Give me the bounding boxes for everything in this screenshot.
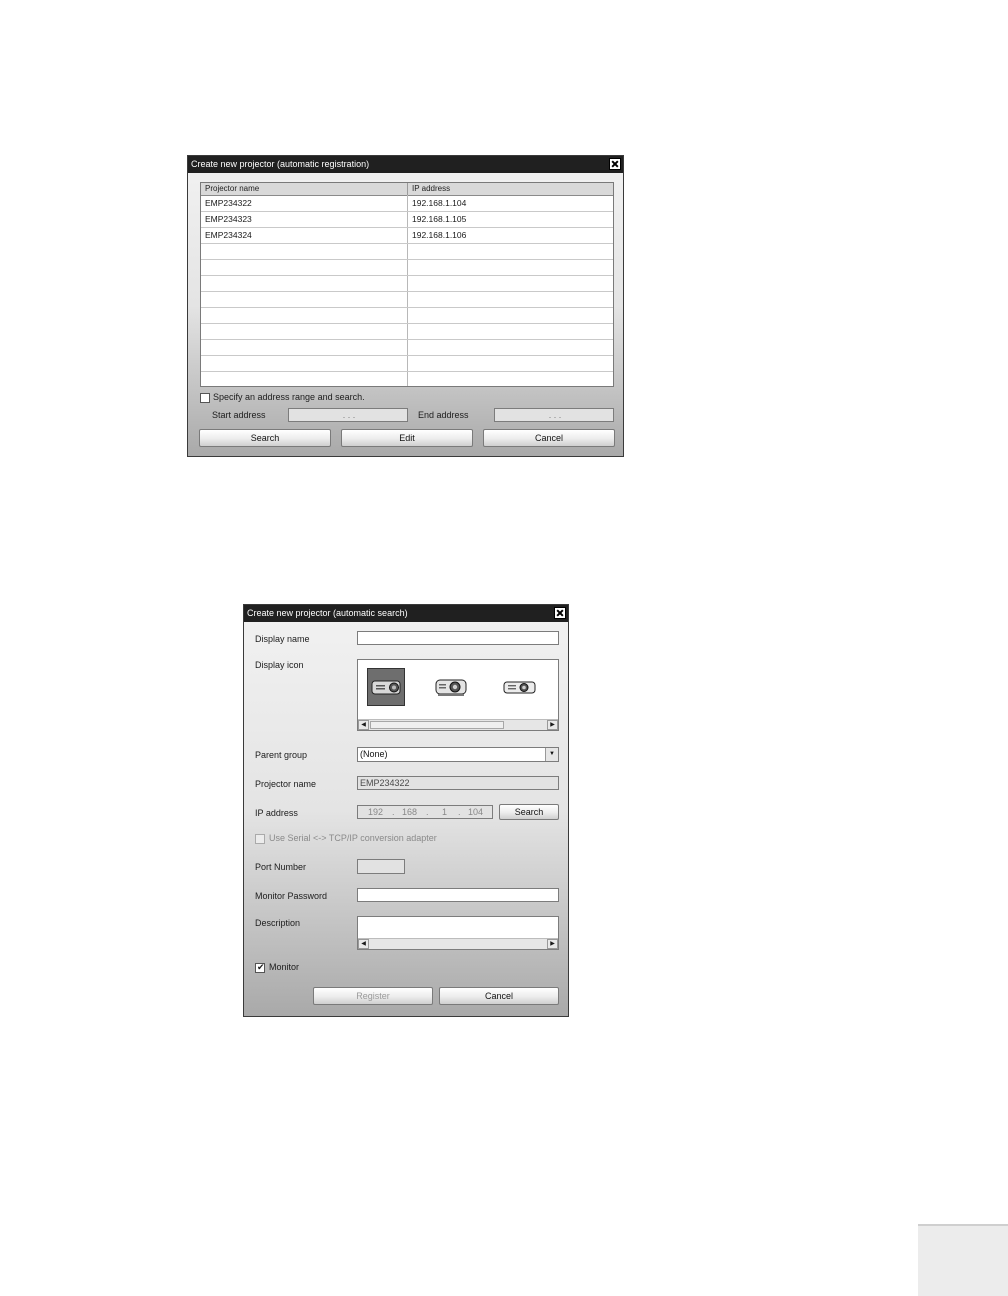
empty-row <box>201 372 613 388</box>
description-label: Description <box>255 918 301 928</box>
table-row[interactable]: EMP234323 192.168.1.105 <box>201 212 613 228</box>
projector-name-label: Projector name <box>255 779 317 789</box>
ip-octet: 192 <box>368 807 384 817</box>
display-icon-label: Display icon <box>255 660 304 670</box>
projector-icon-option[interactable] <box>502 676 538 700</box>
chevron-down-icon[interactable]: ▼ <box>545 748 558 761</box>
cancel-button[interactable]: Cancel <box>439 987 559 1005</box>
empty-row <box>201 356 613 372</box>
empty-row <box>201 260 613 276</box>
table-row[interactable]: EMP234322 192.168.1.104 <box>201 196 613 212</box>
description-scrollbar[interactable]: ◀ ▶ <box>358 938 558 949</box>
port-number-label: Port Number <box>255 862 307 872</box>
dialog-title: Create new projector (automatic search) <box>247 608 408 618</box>
serial-adapter-label: Use Serial <-> TCP/IP conversion adapter <box>269 833 437 843</box>
auto-search-dialog: Create new projector (automatic search) … <box>243 604 569 1017</box>
scroll-left-arrow-icon[interactable]: ◀ <box>358 720 369 730</box>
start-address-label: Start address <box>212 410 266 420</box>
row-projector-name: EMP234322 <box>205 198 252 208</box>
address-range-label: Specify an address range and search. <box>213 392 365 402</box>
empty-row <box>201 308 613 324</box>
ip-search-button[interactable]: Search <box>499 804 559 820</box>
parent-group-value: (None) <box>360 749 388 759</box>
ip-dot: . <box>458 807 461 817</box>
ip-octet: 1 <box>442 807 448 817</box>
auto-registration-dialog: Create new projector (automatic registra… <box>187 155 624 457</box>
ip-address-field: 192 . 168 . 1 . 104 <box>357 805 493 819</box>
scroll-left-arrow-icon[interactable]: ◀ <box>358 939 369 949</box>
end-address-field[interactable]: . . . <box>494 408 614 422</box>
monitor-password-input[interactable] <box>357 888 559 902</box>
checkmark-icon: ✔ <box>257 962 265 972</box>
monitor-label: Monitor <box>269 962 300 972</box>
display-name-label: Display name <box>255 634 310 644</box>
port-number-field[interactable] <box>357 859 405 874</box>
register-button[interactable]: Register <box>313 987 433 1005</box>
description-textarea[interactable]: ◀ ▶ <box>357 916 559 950</box>
parent-group-select[interactable]: (None) ▼ <box>357 747 559 762</box>
search-button[interactable]: Search <box>199 429 331 447</box>
scroll-right-arrow-icon[interactable]: ▶ <box>547 939 558 949</box>
table-row[interactable]: EMP234324 192.168.1.106 <box>201 228 613 244</box>
display-name-input[interactable] <box>357 631 559 645</box>
projector-icon-option[interactable] <box>434 676 470 700</box>
column-header-projector-name[interactable]: Projector name <box>201 183 407 195</box>
row-ip-address: 192.168.1.106 <box>412 230 467 240</box>
empty-row <box>201 244 613 260</box>
row-ip-address: 192.168.1.105 <box>412 214 467 224</box>
empty-row <box>201 324 613 340</box>
empty-row <box>201 276 613 292</box>
icon-picker: ◀ ▶ <box>357 659 559 731</box>
end-address-label: End address <box>418 410 469 420</box>
ip-dot: . <box>392 807 395 817</box>
monitor-checkbox[interactable]: ✔ <box>255 962 265 973</box>
ip-address-label: IP address <box>255 808 298 818</box>
ip-octet: 104 <box>468 807 484 817</box>
empty-row <box>201 340 613 356</box>
icon-picker-scrollbar[interactable]: ◀ ▶ <box>358 719 558 730</box>
parent-group-label: Parent group <box>255 750 308 760</box>
row-projector-name: EMP234324 <box>205 230 252 240</box>
ip-octet: 168 <box>402 807 418 817</box>
column-header-ip-address[interactable]: IP address <box>407 183 613 195</box>
cancel-button[interactable]: Cancel <box>483 429 615 447</box>
monitor-password-label: Monitor Password <box>255 891 328 901</box>
empty-row <box>201 292 613 308</box>
serial-adapter-checkbox[interactable] <box>255 834 265 844</box>
projector-name-field: EMP234322 <box>357 776 559 790</box>
dialog-title-bar: Create new projector (automatic search) <box>244 605 568 622</box>
projector-icon-option-selected[interactable] <box>367 668 405 706</box>
row-ip-address: 192.168.1.104 <box>412 198 467 208</box>
projector-icon <box>371 680 401 695</box>
address-range-checkbox[interactable] <box>200 393 210 403</box>
scroll-right-arrow-icon[interactable]: ▶ <box>547 720 558 730</box>
close-icon[interactable] <box>609 158 621 170</box>
close-icon[interactable] <box>554 607 566 619</box>
dialog-title: Create new projector (automatic registra… <box>191 159 370 169</box>
projector-table: Projector name IP address EMP234322 192.… <box>200 182 614 387</box>
page-corner-tab <box>918 1226 1008 1296</box>
row-projector-name: EMP234323 <box>205 214 252 224</box>
dialog-title-bar: Create new projector (automatic registra… <box>188 156 623 173</box>
start-address-field[interactable]: . . . <box>288 408 408 422</box>
scrollbar-thumb[interactable] <box>370 721 504 729</box>
edit-button[interactable]: Edit <box>341 429 473 447</box>
ip-dot: . <box>426 807 429 817</box>
